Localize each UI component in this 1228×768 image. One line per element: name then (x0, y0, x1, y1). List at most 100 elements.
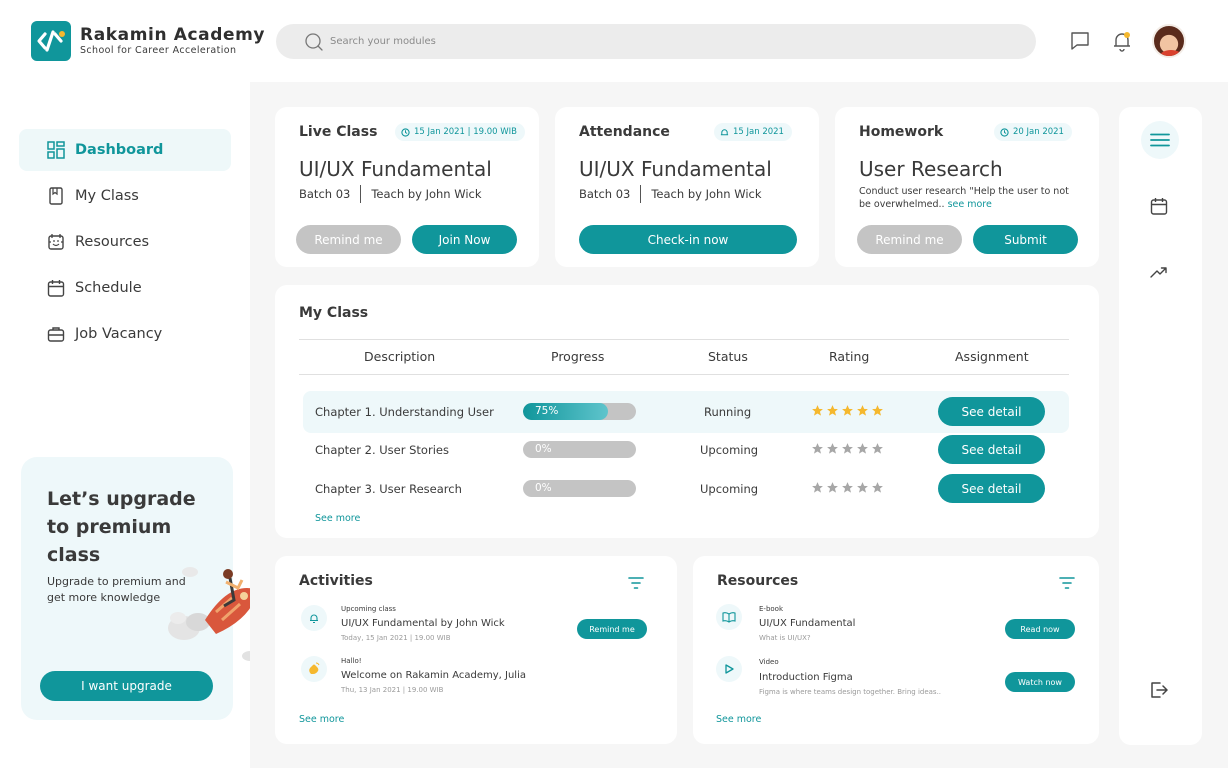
live-class-card: Live Class 15 Jan 2021 | 19.00 WIB UI/UX… (275, 107, 539, 267)
see-more-link[interactable]: see more (948, 199, 992, 210)
right-rail (1119, 107, 1202, 745)
activity-text: UI/UX Fundamental by John Wick (341, 618, 505, 629)
star-icon (827, 443, 838, 454)
column-header: Description (364, 349, 436, 364)
sidebar-item-label: My Class (75, 188, 139, 204)
bell-icon[interactable] (1111, 30, 1133, 52)
see-more-link[interactable]: See more (716, 714, 761, 725)
clock-icon (401, 127, 410, 137)
star-rating (811, 481, 884, 494)
sidebar-item-schedule[interactable]: Schedule (19, 267, 231, 309)
class-meta: Batch 03 Teach by John Wick (299, 185, 482, 203)
search-icon (305, 32, 323, 51)
sidebar-item-job-vacancy[interactable]: Job Vacancy (19, 313, 231, 355)
row-description: Chapter 3. User Research (315, 482, 462, 496)
see-detail-button[interactable]: See detail (938, 397, 1045, 426)
see-more-link[interactable]: See more (299, 714, 344, 725)
submit-button[interactable]: Submit (973, 225, 1078, 254)
resource-kind: E-book (759, 605, 784, 613)
sidebar-item-my-class[interactable]: My Class (19, 175, 231, 217)
calendar-icon[interactable] (1150, 197, 1168, 215)
book-open-icon (716, 604, 742, 630)
column-header: Assignment (955, 349, 1029, 364)
see-more-link[interactable]: See more (315, 513, 360, 524)
sidebar-item-label: Job Vacancy (75, 326, 163, 342)
row-status: Running (704, 405, 752, 419)
star-icon (872, 482, 883, 493)
section-title: Activities (299, 573, 373, 589)
row-status: Upcoming (700, 443, 759, 457)
clock-icon (1000, 127, 1009, 137)
filter-icon[interactable] (628, 576, 644, 590)
date-badge: 20 Jan 2021 (994, 123, 1072, 141)
star-icon (857, 405, 868, 416)
watch-now-button[interactable]: Watch now (1005, 672, 1075, 692)
sidebar-item-resources[interactable]: Resources (19, 221, 231, 263)
resource-subtitle: Figma is where teams design together. Br… (759, 688, 942, 696)
logo-mark (31, 21, 71, 61)
check-in-button[interactable]: Check-in now (579, 225, 797, 254)
search-bar[interactable] (276, 24, 1036, 59)
sidebar-item-label: Resources (75, 234, 150, 250)
logout-icon[interactable] (1150, 681, 1168, 699)
class-title: UI/UX Fundamental (299, 157, 492, 181)
resource-kind: Video (759, 658, 779, 666)
hamburger-icon (1150, 133, 1170, 147)
remind-me-button[interactable]: Remind me (577, 619, 647, 639)
brand-logo[interactable]: Rakamin Academy School for Career Accele… (31, 21, 265, 61)
column-header: Status (708, 349, 748, 364)
sidebar-item-label: Schedule (75, 280, 142, 296)
divider (299, 374, 1069, 375)
class-title: UI/UX Fundamental (579, 157, 772, 181)
upgrade-button[interactable]: I want upgrade (40, 671, 213, 701)
date-badge: 15 Jan 2021 | 19.00 WIB (395, 123, 526, 141)
section-title: Resources (717, 573, 799, 589)
join-now-button[interactable]: Join Now (412, 225, 517, 254)
bell-icon (720, 128, 729, 135)
progress-bar: 0% (523, 441, 636, 458)
upgrade-title: Let’s upgrade to premium class (47, 488, 196, 566)
star-icon (857, 482, 868, 493)
star-icon (827, 405, 838, 416)
resources-card: Resources E-book UI/UX Fundamental What … (693, 556, 1099, 744)
remind-me-button[interactable]: Remind me (857, 225, 962, 254)
remind-me-button[interactable]: Remind me (296, 225, 401, 254)
homework-title: User Research (859, 157, 1003, 181)
resources-icon (48, 234, 64, 250)
row-status: Upcoming (700, 482, 759, 496)
star-rating (811, 442, 884, 455)
divider (299, 339, 1069, 340)
star-icon (842, 405, 853, 416)
star-icon (842, 443, 853, 454)
column-header: Rating (829, 349, 870, 364)
filter-icon[interactable] (1059, 576, 1075, 590)
user-avatar[interactable] (1152, 24, 1186, 58)
star-icon (812, 482, 823, 493)
row-description: Chapter 1. Understanding User (315, 405, 494, 419)
book-icon (49, 187, 63, 205)
sidebar-item-dashboard[interactable]: Dashboard (19, 129, 231, 171)
brand-tagline: School for Career Acceleration (80, 44, 237, 56)
dashboard-icon (47, 141, 65, 159)
date-badge: 15 Jan 2021 (714, 123, 792, 141)
resource-subtitle: What is UI/UX? (759, 634, 811, 642)
see-detail-button[interactable]: See detail (938, 474, 1045, 503)
wave-hand-icon (301, 656, 327, 682)
trending-up-icon[interactable] (1150, 265, 1168, 279)
brand-name: Rakamin Academy (80, 24, 266, 45)
attendance-card: Attendance 15 Jan 2021 UI/UX Fundamental… (555, 107, 819, 267)
see-detail-button[interactable]: See detail (938, 435, 1045, 464)
star-icon (872, 405, 883, 416)
menu-button[interactable] (1141, 121, 1179, 159)
calendar-icon (47, 280, 65, 297)
message-icon[interactable] (1069, 30, 1091, 52)
activity-time: Today, 15 Jan 2021 | 19.00 WIB (341, 634, 451, 642)
activity-kind: Hallo! (341, 657, 362, 665)
sidebar-item-label: Dashboard (75, 142, 164, 158)
search-input[interactable] (330, 36, 930, 47)
star-icon (827, 482, 838, 493)
play-icon (716, 656, 742, 682)
read-now-button[interactable]: Read now (1005, 619, 1075, 639)
section-title: My Class (299, 305, 369, 321)
activity-text: Welcome on Rakamin Academy, Julia (341, 670, 526, 681)
